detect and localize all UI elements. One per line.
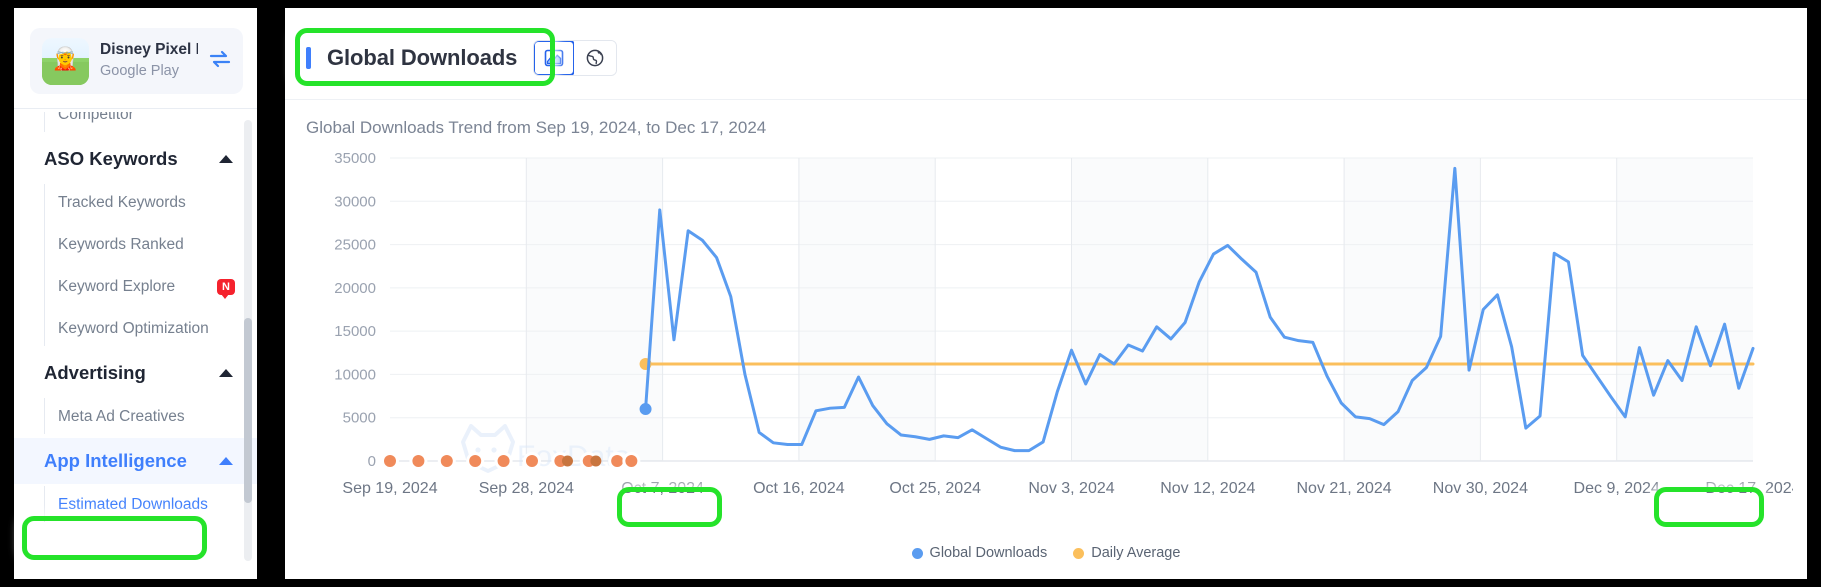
app-store-label: Google Play <box>100 63 179 80</box>
sidebar-group-app-intelligence[interactable]: App Intelligence <box>14 438 257 484</box>
sidebar-item-estimated-downloads[interactable]: Estimated Downloads <box>44 484 257 526</box>
sidebar-sublist-app-intelligence: Estimated Downloads <box>14 484 257 526</box>
svg-text:30000: 30000 <box>334 193 376 210</box>
chevron-up-icon <box>219 155 233 163</box>
svg-text:Sep 19, 2024: Sep 19, 2024 <box>342 480 437 497</box>
downloads-line-chart[interactable]: 0 5000 10000 15000 20000 25000 30000 35000 Sep 1… <box>285 146 1793 536</box>
app-meta: Disney Pixel R... Google Play <box>100 40 198 81</box>
legend-item-global-downloads[interactable]: Global Downloads <box>911 545 1048 561</box>
chart-legend: Global Downloads Daily Average <box>285 545 1807 561</box>
screen-root: 🧝 Disney Pixel R... Google Play Competit… <box>0 0 1821 587</box>
sidebar-item-tracked-keywords[interactable]: Tracked Keywords <box>44 182 257 224</box>
svg-text:Oct 25, 2024: Oct 25, 2024 <box>889 480 981 497</box>
sidebar-group-label: ASO Keywords <box>44 148 178 169</box>
legend-label: Global Downloads <box>929 545 1048 561</box>
sidebar-item-label: Keyword Explore <box>58 278 176 295</box>
sidebar-sublist-aso-keywords: Tracked Keywords Keywords Ranked Keyword… <box>14 182 257 350</box>
chart-plot-area[interactable]: 0 5000 10000 15000 20000 25000 30000 35000 Sep 1… <box>285 146 1793 579</box>
panel-header: Global Downloads <box>306 40 618 76</box>
sidebar-item-meta-ad-creatives[interactable]: Meta Ad Creatives <box>44 396 257 438</box>
svg-text:Oct 7, 2024: Oct 7, 2024 <box>621 480 704 497</box>
new-badge: N <box>217 279 235 299</box>
chart-subtitle: Global Downloads Trend from Sep 19, 2024… <box>306 118 767 137</box>
title-accent-bar <box>306 47 311 69</box>
app-name: Disney Pixel R... <box>100 41 198 59</box>
sidebar-group-advertising[interactable]: Advertising <box>14 350 257 396</box>
chevron-up-icon <box>219 369 233 377</box>
page-title: Global Downloads <box>327 45 518 70</box>
svg-text:25000: 25000 <box>334 237 376 254</box>
sidebar-item-competitor[interactable]: Competitor <box>44 112 257 136</box>
svg-text:15000: 15000 <box>334 323 376 340</box>
swap-icon[interactable] <box>209 50 231 73</box>
sidebar-group-aso-keywords[interactable]: ASO Keywords <box>14 136 257 182</box>
sidebar-item-label: Keyword Optimization <box>58 320 209 337</box>
chevron-up-icon <box>219 457 233 465</box>
legend-label: Daily Average <box>1091 545 1181 561</box>
sidebar-group-label: App Intelligence <box>44 450 187 471</box>
sidebar-item-keyword-optimization[interactable]: Keyword Optimization <box>44 308 257 350</box>
sidebar-group-label: Advertising <box>44 362 146 383</box>
legend-color-swatch <box>911 547 923 559</box>
svg-text:Sep 28, 2024: Sep 28, 2024 <box>479 480 574 497</box>
svg-text:Oct 16, 2024: Oct 16, 2024 <box>753 480 845 497</box>
legend-color-swatch <box>1073 547 1085 559</box>
chart-card: Global Downloads Trend from Sep 19, 2024… <box>285 99 1807 579</box>
sidebar-item-keyword-explore[interactable]: Keyword Explore N <box>44 266 257 308</box>
area-chart-icon[interactable] <box>534 41 576 75</box>
sidebar-item-label: Estimated Downloads <box>58 496 208 513</box>
view-toggle-group <box>533 40 618 76</box>
svg-text:35000: 35000 <box>334 150 376 167</box>
disney-pixel-rpg-app-icon: 🧝 <box>42 37 89 85</box>
sidebar: 🧝 Disney Pixel R... Google Play Competit… <box>14 8 257 579</box>
svg-text:5000: 5000 <box>343 410 376 427</box>
sidebar-item-keywords-ranked[interactable]: Keywords Ranked <box>44 224 257 266</box>
sidebar-divider <box>14 108 257 109</box>
sidebar-sublist-advertising: Meta Ad Creatives <box>14 396 257 438</box>
svg-text:Nov 21, 2024: Nov 21, 2024 <box>1297 480 1392 497</box>
main-panel: Global Downloads Global Downloads Trend … <box>285 8 1807 579</box>
legend-item-daily-average[interactable]: Daily Average <box>1073 545 1180 561</box>
svg-text:Nov 30, 2024: Nov 30, 2024 <box>1433 480 1528 497</box>
sidebar-item-label: Tracked Keywords <box>58 194 186 211</box>
sidebar-item-label: Meta Ad Creatives <box>58 408 185 425</box>
sidebar-item-label: Keywords Ranked <box>58 236 184 253</box>
sidebar-scrollbar-thumb[interactable] <box>244 318 252 503</box>
globe-icon[interactable] <box>574 41 617 75</box>
svg-text:Nov 12, 2024: Nov 12, 2024 <box>1160 480 1255 497</box>
svg-text:Nov 3, 2024: Nov 3, 2024 <box>1028 480 1114 497</box>
svg-text:Dec 9, 2024: Dec 9, 2024 <box>1574 480 1660 497</box>
svg-text:10000: 10000 <box>334 366 376 383</box>
sidebar-item-label: Competitor <box>58 112 134 123</box>
svg-text:20000: 20000 <box>334 280 376 297</box>
svg-text:0: 0 <box>368 453 376 470</box>
nav-partial-list: Competitor <box>14 112 257 136</box>
app-selector-card[interactable]: 🧝 Disney Pixel R... Google Play <box>30 28 243 94</box>
svg-text:Dec 17, 2024: Dec 17, 2024 <box>1705 480 1793 497</box>
sidebar-nav: Competitor ASO Keywords Tracked Keywords… <box>14 112 257 579</box>
